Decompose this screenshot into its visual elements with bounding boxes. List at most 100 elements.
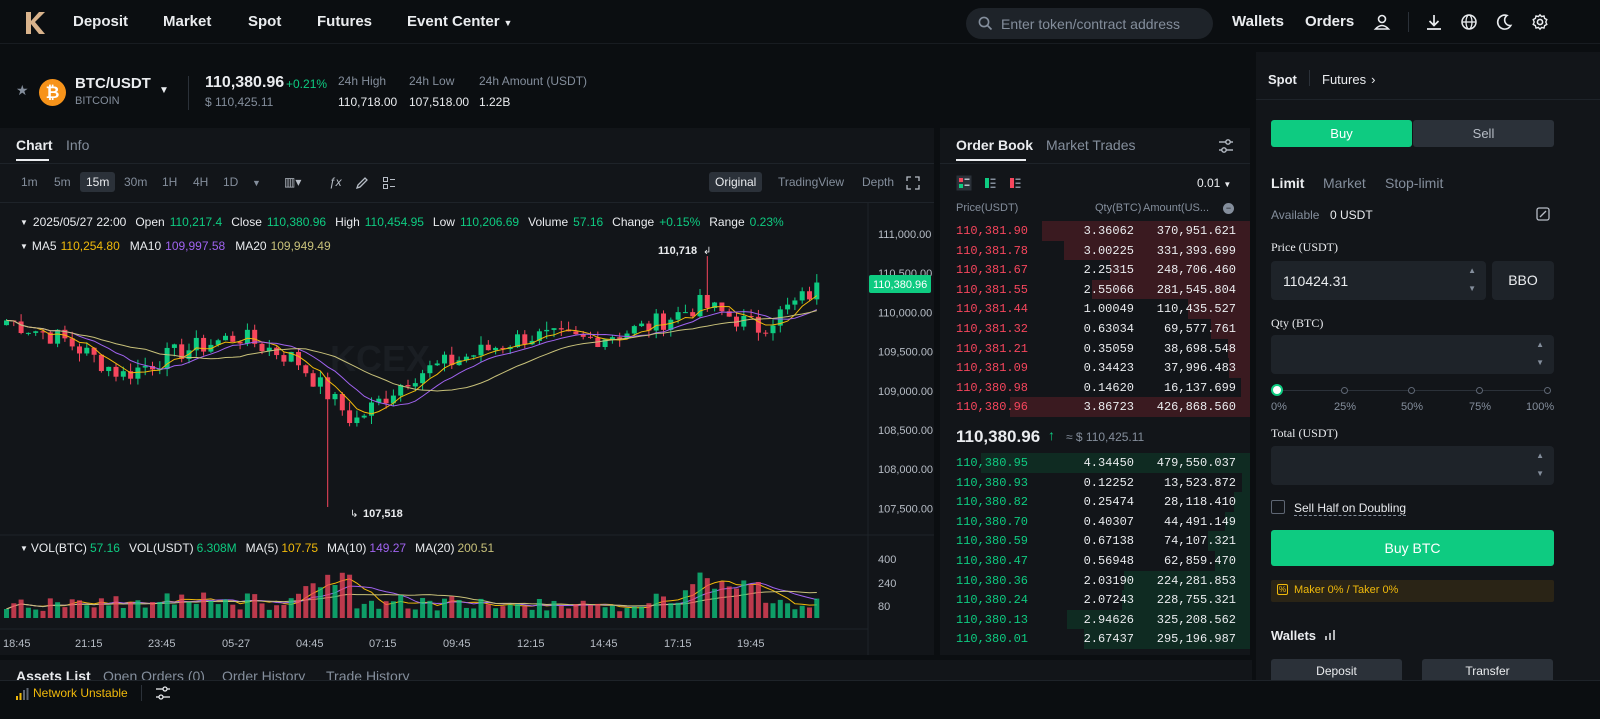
bid-row[interactable]: 110,380.01 2.67437 295,196.987 bbox=[940, 629, 1250, 649]
nav-market[interactable]: Market bbox=[163, 13, 211, 30]
price-input[interactable]: 110424.31 ▲ ▼ bbox=[1271, 261, 1486, 300]
timeframe-30m[interactable]: 30m bbox=[124, 175, 147, 189]
buy-tab-button[interactable]: Buy bbox=[1271, 120, 1412, 147]
nav-orders[interactable]: Orders bbox=[1305, 13, 1354, 30]
calculator-icon[interactable] bbox=[1536, 207, 1550, 221]
total-increment-icon[interactable]: ▲ bbox=[1536, 451, 1544, 460]
view-original[interactable]: Original bbox=[709, 172, 763, 192]
tab-chart[interactable]: Chart bbox=[16, 137, 53, 153]
ob-view-bids-icon[interactable] bbox=[982, 175, 998, 191]
bid-row[interactable]: 110,380.95 4.34450 479,550.037 bbox=[940, 453, 1250, 473]
order-type-market[interactable]: Market bbox=[1323, 175, 1366, 191]
qty-input[interactable]: ▲ ▼ bbox=[1271, 335, 1554, 374]
bid-row[interactable]: 110,380.82 0.25474 28,118.410 bbox=[940, 492, 1250, 512]
ob-precision-select[interactable]: 0.01 ▼ bbox=[1197, 176, 1231, 190]
ob-view-both-icon[interactable] bbox=[956, 175, 972, 191]
price-decrement-icon[interactable]: ▼ bbox=[1468, 284, 1476, 293]
bid-row[interactable]: 110,380.36 2.03190 224,281.853 bbox=[940, 570, 1250, 591]
price-increment-icon[interactable]: ▲ bbox=[1468, 266, 1476, 275]
indicator-fx-icon[interactable]: ƒx bbox=[329, 175, 342, 189]
ob-view-asks-icon[interactable] bbox=[1007, 175, 1023, 191]
tab-spot[interactable]: Spot bbox=[1268, 72, 1297, 87]
buy-btc-button[interactable]: Buy BTC bbox=[1271, 530, 1554, 566]
nav-event-center[interactable]: Event Center ▼ bbox=[407, 13, 512, 30]
tab-order-book[interactable]: Order Book bbox=[956, 137, 1033, 153]
bid-row[interactable]: 110,380.47 0.56948 62,859.470 bbox=[940, 551, 1250, 571]
ask-row[interactable]: 110,381.21 0.35059 38,698.548 bbox=[940, 338, 1250, 359]
qty-slider-mark-100[interactable] bbox=[1544, 387, 1551, 394]
ask-row[interactable]: 110,381.78 3.00225 331,393.699 bbox=[940, 240, 1250, 261]
sell-half-checkbox[interactable] bbox=[1271, 500, 1285, 514]
price-input-value[interactable]: 110424.31 bbox=[1283, 273, 1348, 289]
qty-slider-mark-25[interactable] bbox=[1341, 387, 1348, 394]
pair-name[interactable]: BTC/USDT bbox=[75, 75, 151, 92]
tab-trade-history[interactable]: Trade History bbox=[326, 668, 410, 680]
status-settings-icon[interactable] bbox=[155, 685, 171, 701]
ask-row[interactable]: 110,381.90 3.36062 370,951.621 bbox=[940, 221, 1250, 241]
ask-row[interactable]: 110,381.32 0.63034 69,577.761 bbox=[940, 319, 1250, 339]
bid-row[interactable]: 110,380.70 0.40307 44,491.149 bbox=[940, 511, 1250, 532]
pair-dropdown-icon[interactable]: ▼ bbox=[159, 85, 169, 96]
favorite-star-icon[interactable]: ★ bbox=[16, 82, 29, 99]
view-depth[interactable]: Depth bbox=[862, 175, 894, 189]
ask-row[interactable]: 110,380.98 0.14620 16,137.699 bbox=[940, 377, 1250, 398]
order-type-limit[interactable]: Limit bbox=[1271, 175, 1304, 191]
ask-row[interactable]: 110,381.09 0.34423 37,996.483 bbox=[940, 358, 1250, 378]
price-chart[interactable]: KCEX 111,000.00110,500.00110,000.00109,5… bbox=[0, 203, 934, 655]
moon-icon[interactable] bbox=[1495, 13, 1513, 31]
bid-row[interactable]: 110,380.13 2.94626 325,208.562 bbox=[940, 609, 1250, 630]
layout-icon[interactable] bbox=[382, 176, 396, 190]
tab-assets-list[interactable]: Assets List bbox=[16, 668, 91, 680]
timeframe-1h[interactable]: 1H bbox=[162, 175, 177, 189]
sell-half-label[interactable]: Sell Half on Doubling bbox=[1294, 501, 1407, 516]
candle bbox=[792, 300, 798, 305]
bbo-button[interactable]: BBO bbox=[1492, 261, 1554, 300]
bid-row[interactable]: 110,380.59 0.67138 74,107.321 bbox=[940, 531, 1250, 551]
bid-row[interactable]: 110,380.93 0.12252 13,523.872 bbox=[940, 472, 1250, 493]
qty-slider-mark-75[interactable] bbox=[1476, 387, 1483, 394]
qty-slider-handle[interactable] bbox=[1271, 384, 1283, 396]
user-icon[interactable] bbox=[1373, 13, 1391, 31]
ob-header-toggle-icon[interactable]: − bbox=[1223, 203, 1234, 214]
qty-slider-mark-50[interactable] bbox=[1408, 387, 1415, 394]
timeframe-1d[interactable]: 1D bbox=[223, 175, 238, 189]
nav-deposit[interactable]: Deposit bbox=[73, 13, 128, 30]
order-type-stop-limit[interactable]: Stop-limit bbox=[1385, 175, 1443, 191]
timeframe-1m[interactable]: 1m bbox=[21, 175, 38, 189]
ask-row[interactable]: 110,380.96 3.86723 426,868.560 bbox=[940, 397, 1250, 417]
wallet-chart-icon[interactable] bbox=[1324, 628, 1338, 642]
timeframe-5m[interactable]: 5m bbox=[54, 175, 71, 189]
settings-sliders-icon[interactable] bbox=[1217, 137, 1235, 155]
nav-futures[interactable]: Futures bbox=[317, 13, 372, 30]
total-input[interactable]: ▲ ▼ bbox=[1271, 446, 1554, 485]
tab-info[interactable]: Info bbox=[66, 137, 89, 153]
tab-market-trades[interactable]: Market Trades bbox=[1046, 137, 1135, 153]
bid-row[interactable]: 110,380.24 2.07243 228,755.321 bbox=[940, 590, 1250, 610]
timeframe-4h[interactable]: 4H bbox=[193, 175, 208, 189]
qty-decrement-icon[interactable]: ▼ bbox=[1536, 358, 1544, 367]
tab-open-orders[interactable]: Open Orders (0) bbox=[103, 668, 205, 680]
view-tradingview[interactable]: TradingView bbox=[778, 175, 844, 189]
ask-row[interactable]: 110,381.55 2.55066 281,545.804 bbox=[940, 279, 1250, 300]
timeframe-15m[interactable]: 15m bbox=[80, 172, 116, 192]
more-timeframes-icon[interactable]: ▼ bbox=[252, 178, 261, 188]
ask-row[interactable]: 110,381.67 2.25315 248,706.460 bbox=[940, 260, 1250, 280]
globe-icon[interactable] bbox=[1460, 13, 1478, 31]
ask-row[interactable]: 110,381.44 1.00049 110,435.527 bbox=[940, 299, 1250, 319]
download-icon[interactable] bbox=[1425, 13, 1443, 31]
search-input[interactable]: Enter token/contract address bbox=[1001, 16, 1180, 32]
nav-wallets[interactable]: Wallets bbox=[1232, 13, 1284, 30]
tab-order-history[interactable]: Order History bbox=[222, 668, 305, 680]
tab-futures[interactable]: Futures › bbox=[1322, 72, 1375, 87]
search-box[interactable]: Enter token/contract address bbox=[966, 8, 1213, 39]
gear-icon[interactable] bbox=[1531, 13, 1549, 31]
total-decrement-icon[interactable]: ▼ bbox=[1536, 469, 1544, 478]
qty-increment-icon[interactable]: ▲ bbox=[1536, 340, 1544, 349]
nav-spot[interactable]: Spot bbox=[248, 13, 281, 30]
pencil-draw-icon[interactable] bbox=[355, 176, 369, 190]
vol-collapse-icon[interactable]: ▼ bbox=[20, 544, 28, 553]
sell-tab-button[interactable]: Sell bbox=[1413, 120, 1554, 147]
candle-type-icon[interactable]: ▥▾ bbox=[284, 175, 301, 189]
fullscreen-icon[interactable] bbox=[906, 176, 920, 190]
kcex-logo[interactable] bbox=[22, 9, 50, 37]
